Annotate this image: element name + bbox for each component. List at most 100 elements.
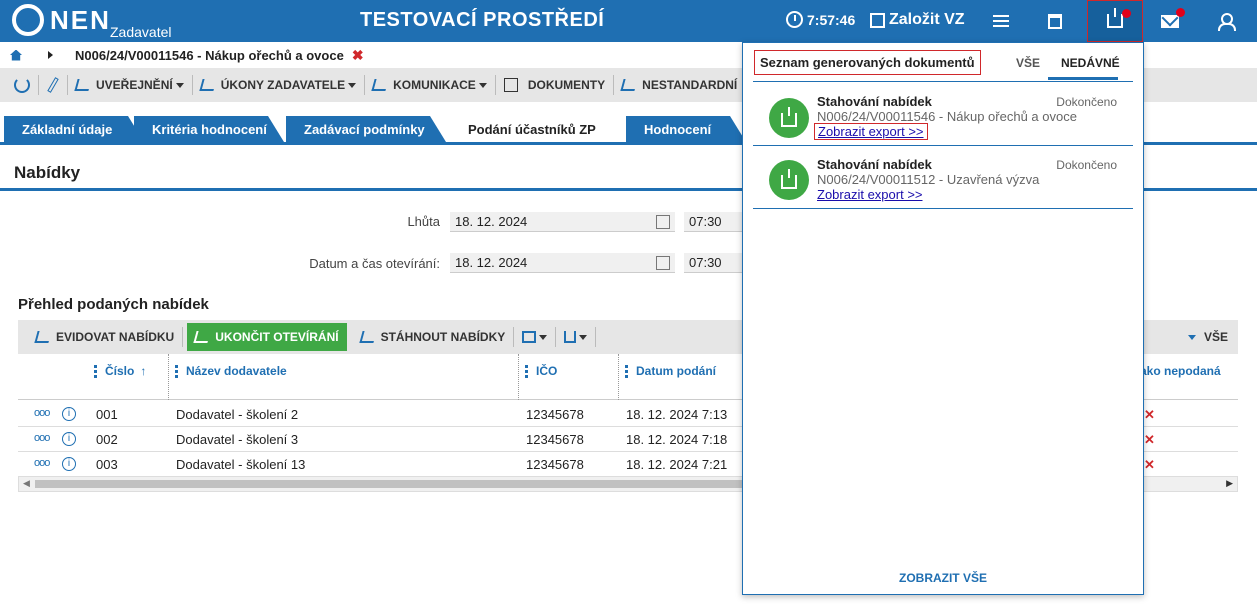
cross-icon: ✕ — [1144, 432, 1155, 447]
item-title: Stahování nabídek — [817, 94, 932, 109]
toolbar-nonstandard[interactable]: NESTANDARDNÍ — [614, 75, 745, 95]
cell-date: 18. 12. 2024 7:18 — [626, 432, 728, 447]
panel-divider — [753, 81, 1133, 82]
info-icon[interactable]: i — [62, 432, 76, 446]
column-date-label: Datum podání — [636, 364, 716, 378]
scroll-right-icon[interactable]: ▶ — [1226, 478, 1233, 489]
cell-number: 001 — [96, 407, 118, 422]
calendar-icon[interactable] — [656, 256, 670, 270]
tab-submissions[interactable]: Podání účastníků ZP — [450, 116, 630, 142]
sort-up-icon: ↑ — [140, 364, 147, 378]
column-number-label: Číslo — [105, 364, 135, 378]
cell-ico: 12345678 — [526, 432, 584, 447]
menu-button[interactable] — [976, 0, 1026, 42]
session-timer: 7:57:46 — [786, 11, 855, 28]
column-menu-icon[interactable] — [94, 364, 97, 378]
export-link[interactable]: Zobrazit export >> — [817, 187, 923, 202]
toolbar-communication-label: KOMUNIKACE — [393, 78, 476, 92]
list-item: Stahování nabídek Dokončeno N006/24/V000… — [753, 147, 1133, 209]
action-icon — [358, 331, 377, 343]
scroll-left-icon[interactable]: ◀ — [23, 478, 30, 489]
deadline-date-field[interactable]: 18. 12. 2024 — [450, 212, 675, 232]
show-all-link[interactable]: ZOBRAZIT VŠE — [743, 571, 1143, 585]
create-contract-button[interactable]: Založit VZ — [870, 11, 965, 29]
calendar-icon[interactable] — [656, 215, 670, 229]
print-button[interactable] — [514, 327, 557, 347]
column-supplier-label: Název dodavatele — [186, 364, 287, 378]
toolbar-actions[interactable]: ÚKONY ZADAVATELE — [193, 75, 366, 95]
column-menu-icon[interactable] — [625, 364, 628, 378]
grid-title: Přehled podaných nabídek — [18, 296, 209, 313]
tab-evaluation[interactable]: Hodnocení — [626, 116, 746, 142]
cell-supplier: Dodavatel - školení 2 — [176, 407, 299, 422]
cell-date: 18. 12. 2024 7:13 — [626, 407, 728, 422]
tab-all[interactable]: VŠE — [1016, 56, 1040, 70]
more-icon[interactable]: ooo — [34, 457, 50, 469]
more-icon[interactable]: ooo — [34, 432, 50, 444]
cell-number: 002 — [96, 432, 118, 447]
cell-date: 18. 12. 2024 7:21 — [626, 457, 728, 472]
tab-conditions[interactable]: Zadávací podmínky — [286, 116, 446, 142]
register-offer-button[interactable]: EVIDOVAT NABÍDKU — [18, 327, 184, 347]
column-invalid-label: ako nepodaná — [1140, 364, 1221, 378]
nen-logo[interactable]: NEN — [12, 4, 111, 36]
document-icon — [503, 78, 518, 92]
column-menu-icon[interactable] — [525, 364, 528, 378]
column-supplier[interactable]: Název dodavatele — [175, 364, 287, 378]
chevron-right-icon — [48, 51, 53, 59]
toolbar-actions-label: ÚKONY ZADAVATELE — [220, 78, 346, 92]
opening-date-field[interactable]: 18. 12. 2024 — [450, 253, 675, 273]
inbox-download-icon — [1107, 8, 1123, 28]
refresh-button[interactable] — [0, 75, 39, 95]
filter-all-button[interactable]: VŠE — [1185, 330, 1238, 344]
status-badge — [769, 160, 809, 200]
export-button[interactable] — [556, 327, 597, 347]
toolbar-publish[interactable]: UVEŘEJNĚNÍ — [68, 75, 193, 95]
column-invalid[interactable]: ako nepodaná — [1140, 364, 1221, 378]
export-link[interactable]: Zobrazit export >> — [814, 123, 928, 140]
user-button[interactable] — [1200, 0, 1250, 42]
edit-icon — [870, 12, 885, 28]
export-icon — [564, 331, 577, 343]
cross-icon: ✕ — [1144, 457, 1155, 472]
toolbar-documents-label: DOKUMENTY — [527, 78, 606, 92]
tab-basic-info[interactable]: Základní údaje — [4, 116, 144, 142]
panel-title: Seznam generovaných dokumentů — [754, 50, 981, 75]
breadcrumb-current[interactable]: N006/24/V00011546 - Nákup ořechů a ovoce — [75, 48, 344, 63]
finish-opening-button[interactable]: UKONČIT OTEVÍRÁNÍ — [187, 323, 347, 351]
info-icon[interactable]: i — [62, 407, 76, 421]
hamburger-icon — [993, 15, 1009, 27]
home-icon[interactable] — [10, 49, 22, 61]
tab-recent[interactable]: NEDÁVNÉ — [1061, 56, 1120, 70]
logo-text: NEN — [50, 4, 111, 35]
cell-supplier: Dodavatel - školení 13 — [176, 457, 306, 472]
logo-icon — [12, 4, 44, 36]
user-icon — [1218, 13, 1236, 31]
scrollbar-thumb[interactable] — [35, 480, 755, 488]
download-offers-button[interactable]: STÁHNOUT NABÍDKY — [353, 327, 515, 347]
column-divider — [168, 354, 169, 400]
column-number[interactable]: Číslo ↑ — [94, 364, 146, 378]
close-icon[interactable]: ✖ — [352, 47, 364, 64]
messages-button[interactable] — [1145, 0, 1195, 42]
clock-icon — [786, 11, 803, 28]
deadline-time-field[interactable]: 07:30 — [684, 212, 744, 232]
column-ico-label: IČO — [536, 364, 558, 378]
calculator-button[interactable] — [1030, 0, 1080, 42]
more-icon[interactable]: ooo — [34, 407, 50, 419]
toolbar-publish-label: UVEŘEJNĚNÍ — [96, 78, 173, 92]
column-ico[interactable]: IČO — [525, 364, 557, 378]
tab-criteria[interactable]: Kritéria hodnocení — [134, 116, 284, 142]
column-menu-icon[interactable] — [175, 364, 178, 378]
tab-bar: Základní údaje Kritéria hodnocení Zadáva… — [0, 116, 760, 142]
downloads-button[interactable] — [1087, 0, 1143, 42]
environment-title: TESTOVACÍ PROSTŘEDÍ — [360, 9, 605, 31]
info-icon[interactable]: i — [62, 457, 76, 471]
toolbar-documents[interactable]: DOKUMENTY — [496, 75, 615, 95]
opening-time-field[interactable]: 07:30 — [684, 253, 744, 273]
edit-button[interactable] — [39, 75, 68, 95]
column-date[interactable]: Datum podání — [625, 364, 716, 378]
toolbar-communication[interactable]: KOMUNIKACE — [365, 75, 496, 95]
chevron-down-icon — [1187, 334, 1196, 340]
action-icon — [193, 331, 211, 343]
